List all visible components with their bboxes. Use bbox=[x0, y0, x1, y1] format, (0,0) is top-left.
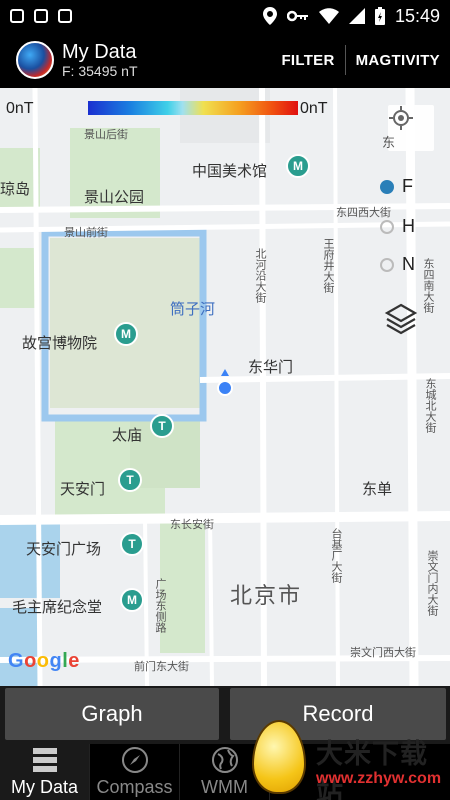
app-title: My Data bbox=[62, 41, 137, 63]
memorial-poi-icon: M bbox=[120, 588, 144, 612]
app-logo bbox=[16, 41, 54, 79]
gate-poi-icon: T bbox=[120, 532, 144, 556]
scale-max-label: 0nT bbox=[300, 100, 328, 117]
database-icon bbox=[32, 748, 57, 772]
map-label: 崇文门内大街 bbox=[426, 550, 438, 616]
map-label: 景山后街 bbox=[84, 129, 128, 141]
map-view[interactable]: 0nT 0nT 景山后街 M 中国美术馆 琼岛 景山公园 东四西大街 景山前街 … bbox=[0, 88, 450, 686]
graph-button[interactable]: Graph bbox=[5, 688, 219, 740]
museum-poi-icon: M bbox=[286, 154, 310, 178]
radio-h[interactable]: H bbox=[380, 216, 415, 237]
compass-icon bbox=[121, 747, 148, 773]
field-readout: F: 35495 nT bbox=[62, 63, 138, 79]
watermark-url: www.zzhyw.com bbox=[316, 770, 442, 787]
map-label: 琼岛 bbox=[0, 181, 31, 198]
map-label: 天安门广场 bbox=[26, 541, 102, 558]
map-label: 崇文门西大街 bbox=[350, 647, 416, 659]
app-bar: My Data F: 35495 nT FILTER MAGTIVITY bbox=[0, 32, 450, 88]
radio-unselected-icon bbox=[380, 258, 394, 273]
map-label: 中国美术馆 bbox=[192, 163, 268, 180]
map-label: 毛主席纪念堂 bbox=[12, 599, 103, 616]
map-label: 东 bbox=[382, 135, 396, 150]
radio-unselected-icon bbox=[380, 220, 394, 235]
map-label: 王府井大街 bbox=[322, 238, 334, 293]
map-label: 东城北大街 bbox=[424, 378, 436, 433]
heading-arrow-icon bbox=[221, 369, 229, 376]
layers-icon bbox=[384, 303, 418, 335]
google-logo: Google bbox=[8, 650, 80, 672]
map-label: 东长安街 bbox=[170, 519, 214, 531]
gate-poi-icon: T bbox=[118, 468, 142, 492]
egg-mascot-icon bbox=[252, 720, 306, 794]
watermark: 大米下载站 www.zzhyw.com bbox=[246, 718, 450, 800]
signal-icon bbox=[348, 8, 365, 24]
museum-poi-icon: M bbox=[114, 322, 138, 346]
globe-icon bbox=[211, 747, 238, 773]
tab-my-data[interactable]: My Data bbox=[0, 744, 90, 800]
watermark-title: 大米下载站 bbox=[316, 739, 428, 800]
shield-icon bbox=[34, 9, 48, 23]
map-label: 前门东大街 bbox=[134, 661, 189, 673]
map-label: 筒子河 bbox=[170, 301, 216, 318]
map-label: 故宫博物院 bbox=[22, 335, 98, 352]
scale-min-label: 0nT bbox=[6, 100, 34, 117]
map-label: 太庙 bbox=[112, 427, 143, 444]
filter-button[interactable]: FILTER bbox=[271, 52, 344, 69]
location-pin-icon bbox=[262, 7, 277, 25]
map-label: 东华门 bbox=[248, 359, 294, 376]
crosshair-icon bbox=[389, 106, 413, 130]
clock: 15:49 bbox=[394, 5, 440, 26]
wifi-icon bbox=[318, 8, 339, 24]
magtivity-button[interactable]: MAGTIVITY bbox=[346, 52, 450, 69]
tab-compass[interactable]: Compass bbox=[90, 744, 180, 800]
layers-button[interactable] bbox=[384, 302, 428, 346]
map-label: 天安门 bbox=[60, 481, 106, 498]
battery-icon bbox=[374, 7, 385, 25]
map-label: 北河沿大街 bbox=[254, 248, 266, 303]
temple-poi-icon: T bbox=[150, 414, 174, 438]
key-icon bbox=[286, 10, 308, 22]
map-label: 东单 bbox=[362, 481, 393, 498]
font-icon bbox=[58, 9, 72, 23]
radio-n[interactable]: N bbox=[380, 254, 415, 275]
map-label: 景山前街 bbox=[64, 227, 108, 239]
status-bar: 15:49 bbox=[0, 0, 450, 32]
radio-selected-icon bbox=[380, 180, 394, 195]
radio-f[interactable]: F bbox=[380, 176, 413, 197]
color-scale-bar bbox=[88, 101, 298, 115]
shield-icon bbox=[10, 9, 24, 23]
map-label: 北京市 bbox=[230, 583, 303, 608]
current-location-marker bbox=[217, 380, 233, 396]
map-label: 台基厂大街 bbox=[330, 528, 342, 583]
map-label: 景山公园 bbox=[84, 189, 145, 206]
map-label: 广场东侧路 bbox=[154, 578, 166, 633]
